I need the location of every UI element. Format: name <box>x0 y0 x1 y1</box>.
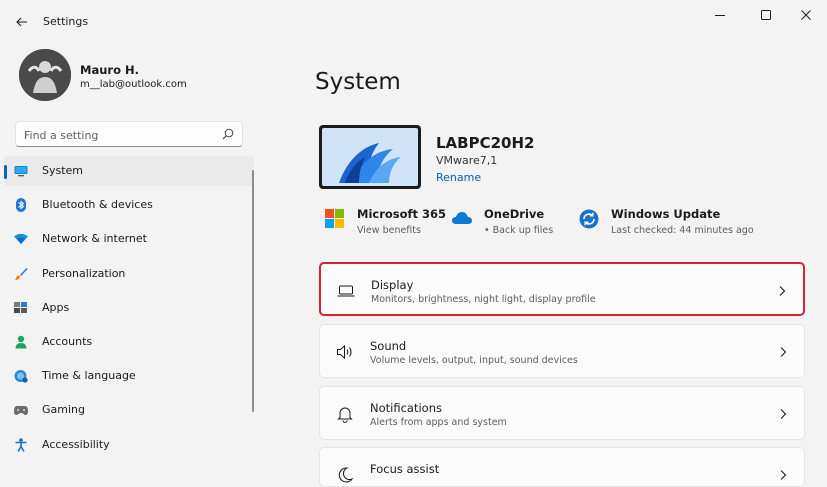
window-title: Settings <box>43 15 89 28</box>
sync-icon <box>579 209 599 229</box>
search-icon[interactable] <box>222 128 234 140</box>
close-icon <box>801 10 811 20</box>
gamepad-icon <box>14 403 28 417</box>
chevron-right-icon <box>780 470 787 480</box>
chevron-right-icon <box>780 409 787 419</box>
sidebar-item-accessibility[interactable]: Accessibility <box>4 430 254 460</box>
card-title: Sound <box>370 339 407 353</box>
quick-title: OneDrive <box>484 207 545 221</box>
sidebar-item-label: Gaming <box>42 403 85 417</box>
maximize-icon <box>761 10 771 20</box>
sidebar-item-label: Network & internet <box>42 232 147 246</box>
user-email: m__lab@outlook.com <box>80 79 187 90</box>
quick-subtitle: View benefits <box>357 225 421 236</box>
arrow-left-icon <box>16 17 27 27</box>
quick-subtitle: Last checked: 44 minutes ago <box>611 225 754 236</box>
minimize-button[interactable] <box>697 4 743 26</box>
notifications-card[interactable]: Notifications Alerts from apps and syste… <box>319 386 805 440</box>
wifi-icon <box>14 232 28 246</box>
card-subtitle: Alerts from apps and system <box>370 417 507 428</box>
card-title: Notifications <box>370 401 442 415</box>
apps-icon <box>14 301 28 315</box>
back-button[interactable] <box>8 8 36 36</box>
sidebar-item-label: System <box>42 164 84 177</box>
brush-icon <box>14 267 28 281</box>
sidebar-item-label: Personalization <box>42 266 126 280</box>
sidebar-scrollbar[interactable] <box>252 170 254 412</box>
selection-indicator <box>4 165 7 179</box>
device-name: LABPC20H2 <box>436 134 535 152</box>
sidebar-item-personalization[interactable]: Personalization <box>4 259 254 289</box>
sidebar-item-label: Accounts <box>42 334 93 348</box>
quick-title: Windows Update <box>611 207 721 221</box>
page-title: System <box>315 69 401 95</box>
chevron-right-icon <box>779 286 786 296</box>
minimize-icon <box>715 15 725 16</box>
user-photo-icon <box>19 49 71 101</box>
sound-card[interactable]: Sound Volume levels, output, input, soun… <box>319 324 805 378</box>
sidebar-nav: System Bluetooth & devices Network & int… <box>4 156 254 464</box>
device-thumbnail <box>319 125 421 189</box>
sidebar-item-label: Bluetooth & devices <box>42 198 153 212</box>
card-title: Focus assist <box>370 462 440 476</box>
speaker-icon <box>337 344 352 360</box>
bell-icon <box>337 407 353 423</box>
display-card[interactable]: Display Monitors, brightness, night ligh… <box>319 262 805 316</box>
sidebar-item-network[interactable]: Network & internet <box>4 224 254 254</box>
globe-clock-icon <box>14 369 28 383</box>
laptop-icon <box>337 285 355 297</box>
sidebar-item-bluetooth[interactable]: Bluetooth & devices <box>4 190 254 220</box>
sidebar-item-label: Apps <box>42 300 70 314</box>
avatar[interactable] <box>19 49 71 101</box>
accessibility-icon <box>14 437 28 452</box>
bluetooth-icon <box>14 198 28 213</box>
chevron-right-icon <box>780 347 787 357</box>
sidebar-item-apps[interactable]: Apps <box>4 293 254 323</box>
close-button[interactable] <box>783 4 827 26</box>
focus-assist-card[interactable]: Focus assist <box>319 447 805 487</box>
sidebar-item-time-language[interactable]: Time & language <box>4 361 254 391</box>
device-model: VMware7,1 <box>436 154 498 167</box>
cloud-icon <box>452 212 472 224</box>
sidebar-item-system[interactable]: System <box>4 156 254 186</box>
sidebar-item-label: Accessibility <box>42 437 110 451</box>
monitor-icon <box>14 164 28 178</box>
quick-title: Microsoft 365 <box>357 207 447 221</box>
card-title: Display <box>371 278 414 292</box>
search-input[interactable] <box>16 122 226 148</box>
rename-link[interactable]: Rename <box>436 171 481 184</box>
person-icon <box>14 335 28 349</box>
moon-icon <box>338 467 354 483</box>
search-box[interactable] <box>15 121 243 148</box>
microsoft-logo-icon <box>325 209 344 228</box>
card-subtitle: Volume levels, output, input, sound devi… <box>370 355 578 366</box>
quick-subtitle: • Back up files <box>484 225 554 236</box>
card-subtitle: Monitors, brightness, night light, displ… <box>371 294 596 305</box>
sidebar-item-accounts[interactable]: Accounts <box>4 327 254 357</box>
wallpaper-bloom-icon <box>322 128 418 186</box>
user-name: Mauro H. <box>80 63 139 77</box>
sidebar-item-label: Time & language <box>42 369 136 383</box>
sidebar-item-gaming[interactable]: Gaming <box>4 395 254 425</box>
